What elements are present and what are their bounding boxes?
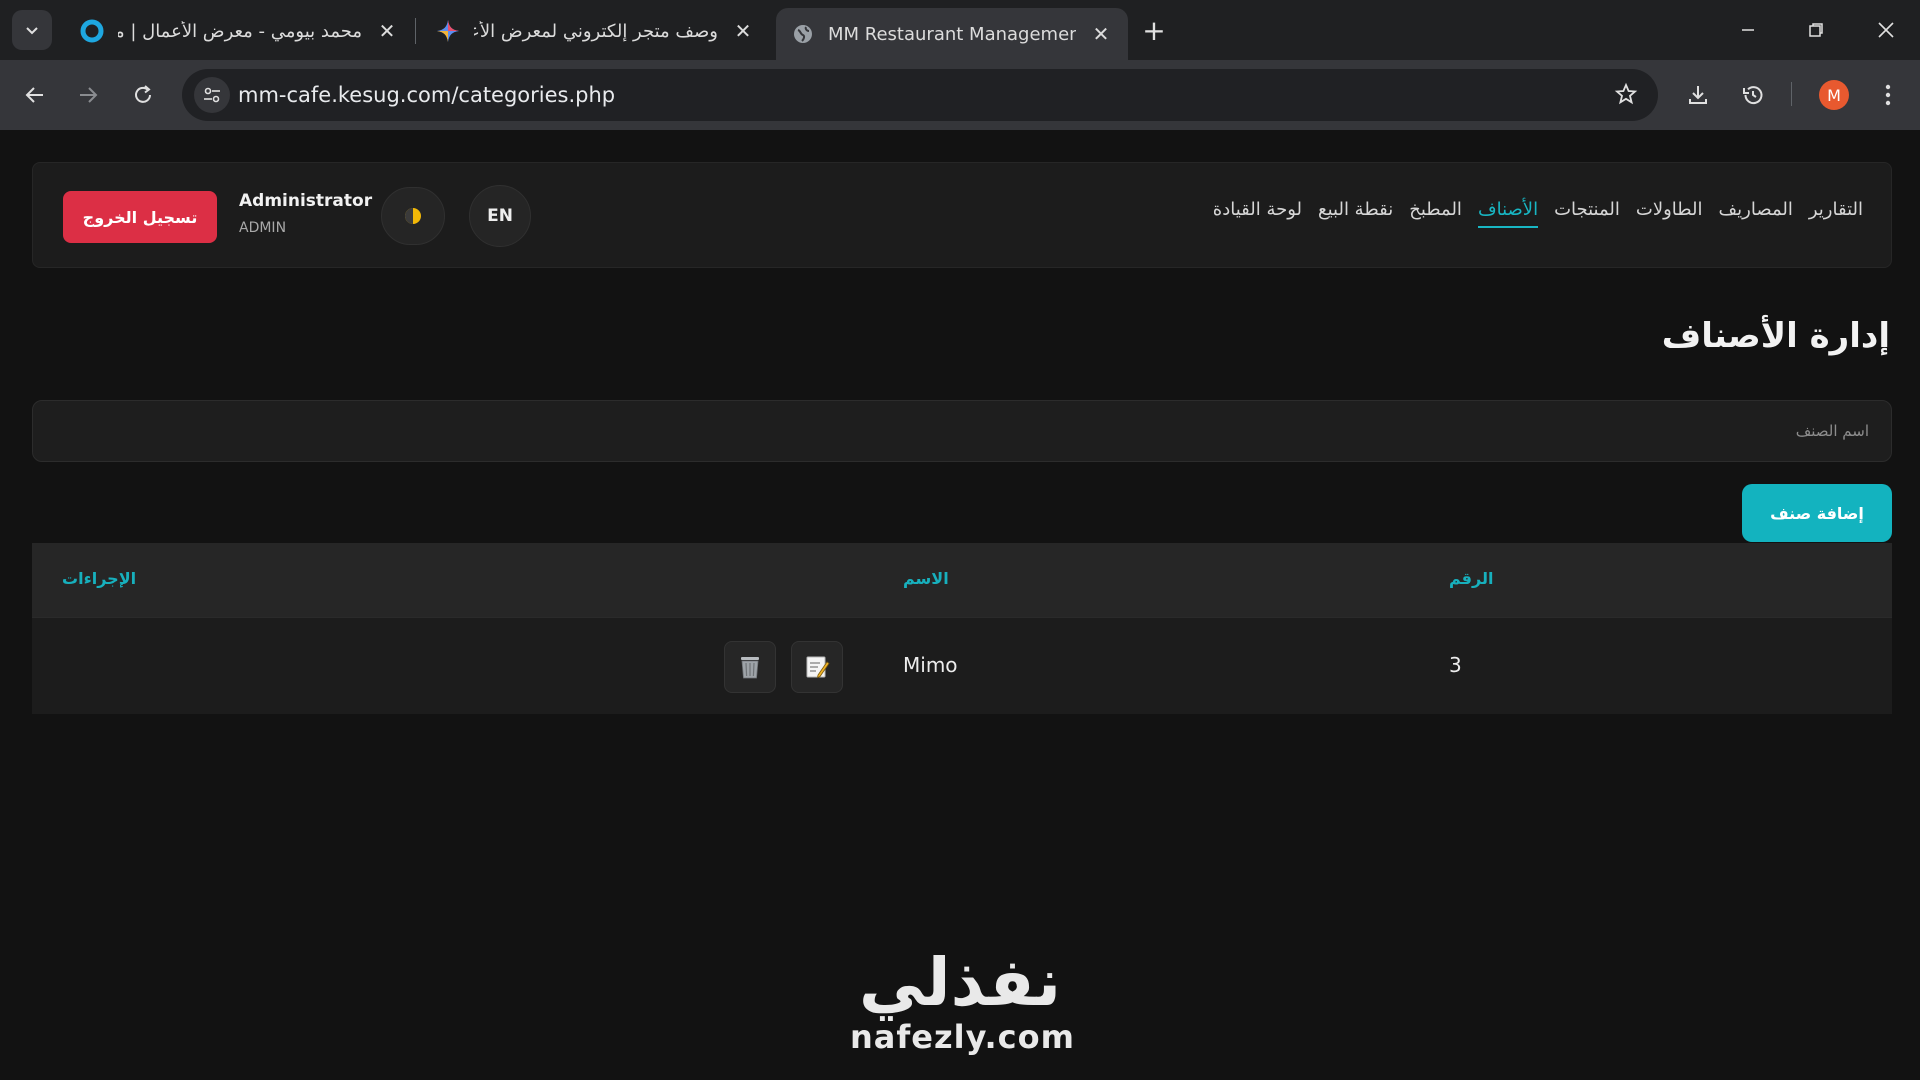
page-title: إدارة الأصناف	[1661, 316, 1890, 356]
globe-icon	[794, 25, 812, 43]
user-name: Administrator	[239, 191, 373, 211]
tab-title: MM Restaurant Management	[828, 23, 1076, 45]
menu-item-expenses[interactable]: المصاريف	[1719, 199, 1793, 228]
header-name: الاسم	[903, 569, 949, 588]
language-toggle-button[interactable]: EN	[469, 185, 531, 247]
theme-toggle-button[interactable]	[381, 187, 445, 245]
address-bar[interactable]: mm-cafe.kesug.com/categories.php	[182, 69, 1658, 121]
browser-tab-2[interactable]: وصف متجر إلكتروني لمعرض الأعمال ✕	[420, 8, 770, 54]
tab-title: وصف متجر إلكتروني لمعرض الأعمال	[474, 20, 718, 42]
profile-avatar[interactable]: M	[1819, 80, 1849, 110]
main-menu: لوحة القيادة نقطة البيع المطبخ الأصناف ا…	[1213, 199, 1863, 228]
browser-toolbar: mm-cafe.kesug.com/categories.php	[0, 60, 1920, 130]
site-info-button[interactable]	[194, 77, 230, 113]
table-header: الرقم الاسم الإجراءات	[32, 543, 1892, 617]
categories-table: الرقم الاسم الإجراءات 3 Mimo	[32, 543, 1892, 714]
menu-item-products[interactable]: المنتجات	[1554, 199, 1620, 228]
restore-button[interactable]	[1792, 10, 1840, 50]
menu-item-categories[interactable]: الأصناف	[1477, 199, 1539, 228]
watermark-arabic: نفذلي	[859, 944, 1061, 1021]
watermark-latin: nafezly.com	[850, 1018, 1075, 1056]
bookmark-star-icon[interactable]	[1614, 82, 1638, 110]
app-navbar: تسجيل الخروج Administrator ADMIN EN لوحة…	[32, 162, 1892, 268]
browser-tab-1[interactable]: محمد بيومي - معرض الأعمال | مستقل ✕	[64, 8, 414, 54]
history-button[interactable]	[1733, 75, 1773, 115]
menu-item-dashboard[interactable]: لوحة القيادة	[1213, 199, 1302, 228]
minimize-button[interactable]	[1724, 10, 1772, 50]
user-role: ADMIN	[239, 220, 287, 236]
tab-search-button[interactable]	[12, 10, 52, 50]
arrow-right-icon	[80, 87, 98, 103]
memo-edit-icon	[806, 656, 830, 679]
close-icon[interactable]: ✕	[1090, 22, 1112, 46]
row-name: Mimo	[903, 653, 958, 677]
table-row: 3 Mimo	[32, 617, 1892, 714]
restore-icon	[1809, 23, 1823, 37]
close-icon	[1878, 22, 1894, 38]
gemini-sparkle-icon	[437, 20, 459, 42]
menu-item-pos[interactable]: نقطة البيع	[1318, 199, 1393, 228]
url-text[interactable]: mm-cafe.kesug.com/categories.php	[238, 83, 615, 107]
browser-tab-3[interactable]: MM Restaurant Management ✕	[776, 8, 1128, 60]
watermark-logo: نفذلي nafezly.com	[850, 944, 1075, 1057]
kebab-menu-icon	[1885, 84, 1891, 106]
toolbar-divider	[1791, 82, 1792, 106]
edit-button[interactable]	[791, 641, 843, 693]
download-icon	[1689, 86, 1707, 104]
close-icon[interactable]: ✕	[376, 19, 398, 43]
plus-icon: +	[1142, 13, 1166, 47]
tab-title: محمد بيومي - معرض الأعمال | مستقل	[118, 20, 362, 42]
close-icon[interactable]: ✕	[732, 19, 754, 43]
minimize-icon	[1742, 29, 1754, 31]
reload-icon	[135, 85, 151, 103]
delete-button[interactable]	[724, 641, 776, 693]
category-name-input[interactable]	[32, 400, 1892, 462]
menu-item-kitchen[interactable]: المطبخ	[1409, 199, 1462, 228]
row-id: 3	[1449, 653, 1462, 677]
page-content: تسجيل الخروج Administrator ADMIN EN لوحة…	[0, 130, 1920, 1080]
history-icon	[1743, 86, 1763, 105]
tab-divider	[415, 18, 416, 44]
header-id: الرقم	[1449, 569, 1494, 588]
menu-item-tables[interactable]: الطاولات	[1636, 199, 1703, 228]
browser-tabstrip: محمد بيومي - معرض الأعمال | مستقل ✕ وصف …	[0, 0, 1920, 60]
menu-item-reports[interactable]: التقارير	[1809, 199, 1863, 228]
back-button[interactable]	[15, 75, 55, 115]
logout-button[interactable]: تسجيل الخروج	[63, 191, 217, 243]
tune-icon	[204, 87, 220, 103]
wastebasket-icon	[741, 657, 759, 679]
forward-button[interactable]	[68, 75, 108, 115]
half-moon-icon	[405, 208, 421, 224]
browser-menu-button[interactable]	[1868, 75, 1908, 115]
arrow-left-icon	[25, 87, 43, 103]
chevron-down-icon	[26, 27, 38, 35]
close-window-button[interactable]	[1862, 10, 1910, 50]
new-tab-button[interactable]: +	[1138, 13, 1170, 47]
circle-logo-icon	[80, 19, 104, 43]
reload-button[interactable]	[123, 75, 163, 115]
header-actions: الإجراءات	[62, 569, 137, 588]
downloads-button[interactable]	[1678, 75, 1718, 115]
add-category-button[interactable]: إضافة صنف	[1742, 484, 1892, 542]
